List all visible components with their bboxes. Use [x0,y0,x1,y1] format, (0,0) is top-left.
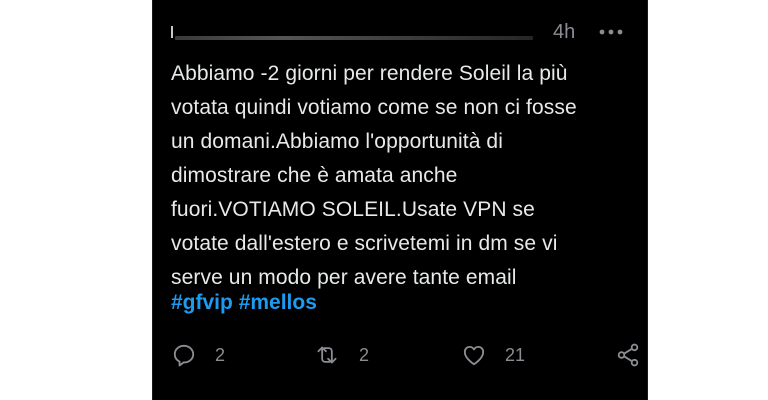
like-count: 21 [505,344,526,365]
more-options-button[interactable] [595,18,627,46]
tweet-text-line: votate dall'estero e scrivetemi in dm se… [171,232,558,255]
retweet-button[interactable]: 2 [313,338,369,372]
tweet-text-line: votata quindi votiamo come se non ci fos… [171,96,577,119]
reply-count: 2 [215,344,226,365]
tweet-card[interactable]: 4h Abbiamo -2 giorni per rendere Soleil … [152,0,648,400]
share-icon [615,342,641,368]
action-bar: 2 2 21 [171,338,641,372]
share-button[interactable] [615,338,641,372]
tweet-text-line: fuori.VOTIAMO SOLEIL.Usate VPN se [171,198,535,221]
author-name-cropped[interactable] [171,24,533,40]
tweet-text-line: un domani.Abbiamo l'opportunità di [171,130,503,153]
heart-icon [461,342,487,368]
retweet-icon [313,342,341,368]
hashtag-link-mellos[interactable]: #mellos [239,291,317,314]
hashtags: #gfvip #mellos [171,286,317,320]
retweet-count: 2 [359,344,370,365]
reply-icon [171,342,197,368]
tweet-text-line: dimostrare che è amata anche [171,164,458,187]
tweet-header: 4h [171,18,627,46]
tweet-text-line: Abbiamo -2 giorni per rendere Soleil la … [171,62,568,85]
hashtag-link-gfvip[interactable]: #gfvip [171,291,233,314]
more-dots-icon [599,28,623,36]
tweet-text: Abbiamo -2 giorni per rendere Soleil la … [171,57,639,295]
reply-button[interactable]: 2 [171,338,225,372]
like-button[interactable]: 21 [461,338,525,372]
timestamp[interactable]: 4h [553,20,575,44]
